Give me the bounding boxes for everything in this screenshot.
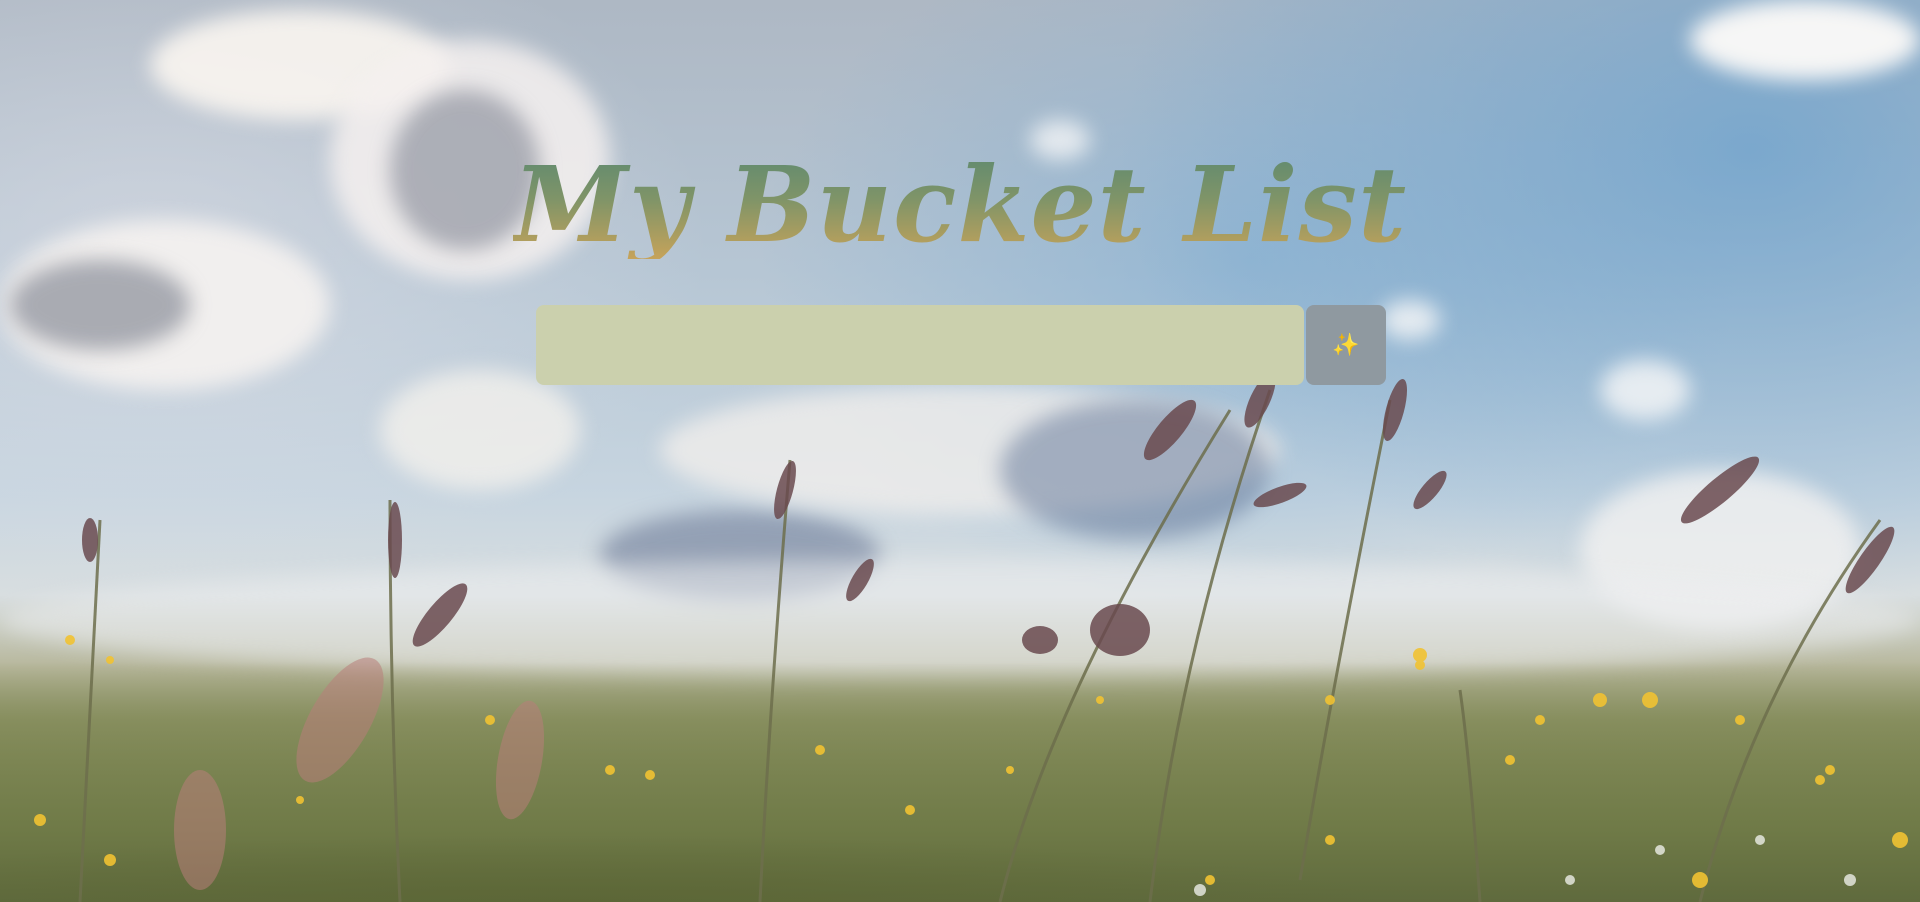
sparkles-icon: ✨ <box>1332 332 1360 358</box>
page-title: My Bucket List <box>512 143 1408 266</box>
bucket-item-input[interactable] <box>536 305 1304 385</box>
background-meadow-photo: My Bucket List ✨ <box>0 0 1920 902</box>
add-item-form: ✨ <box>536 305 1386 385</box>
grass-stems <box>34 372 1908 902</box>
add-item-button[interactable]: ✨ <box>1306 305 1386 385</box>
header: My Bucket List <box>0 150 1920 259</box>
